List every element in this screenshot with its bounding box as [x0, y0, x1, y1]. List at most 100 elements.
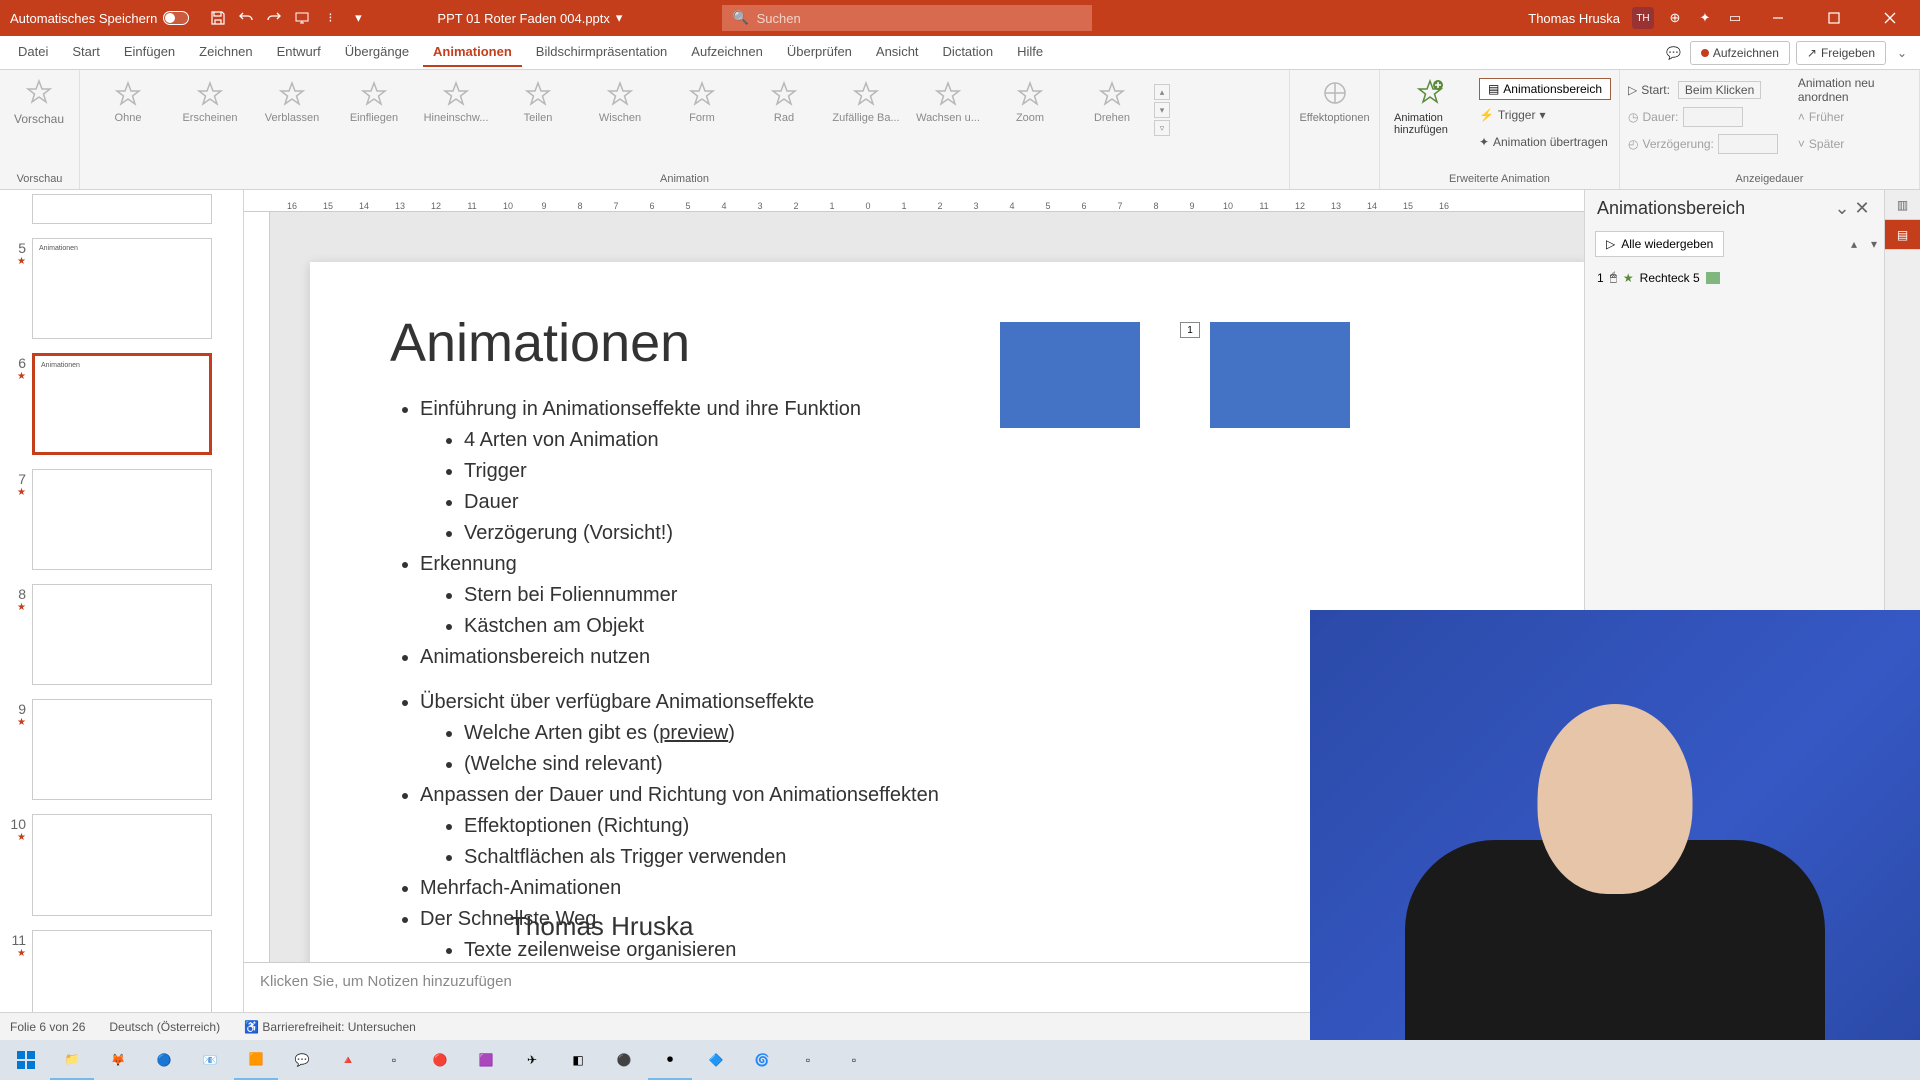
slide-thumbnail[interactable]	[32, 814, 212, 915]
tab-entwurf[interactable]: Entwurf	[267, 38, 331, 67]
close-icon[interactable]: ✕	[1852, 199, 1872, 219]
close-button[interactable]	[1868, 0, 1912, 36]
redo-icon[interactable]	[265, 9, 283, 27]
window-layout-icon[interactable]: ▭	[1726, 9, 1744, 27]
slide-thumbnail[interactable]: Animationen	[32, 353, 212, 454]
gallery-up-icon[interactable]: ▴	[1154, 84, 1170, 100]
save-icon[interactable]	[209, 9, 227, 27]
qat-dropdown-icon[interactable]: ▾	[349, 9, 367, 27]
toggle-switch-icon[interactable]	[163, 11, 189, 25]
slide-counter[interactable]: Folie 6 von 26	[10, 1020, 85, 1034]
add-animation-button[interactable]: Animation hinzufügen	[1388, 74, 1473, 140]
play-all-button[interactable]: ▷Alle wiedergeben	[1595, 231, 1724, 257]
tab-aufzeichnen[interactable]: Aufzeichnen	[681, 38, 773, 67]
touch-mode-icon[interactable]: ⁝	[321, 9, 339, 27]
move-up-icon[interactable]: ▴	[1844, 234, 1864, 254]
tab-einfügen[interactable]: Einfügen	[114, 38, 185, 67]
move-down-icon[interactable]: ▾	[1864, 234, 1884, 254]
edge-icon[interactable]: 🌀	[740, 1040, 784, 1080]
slide-thumbnail[interactable]: Animationen	[32, 238, 212, 339]
maximize-button[interactable]	[1812, 0, 1856, 36]
firefox-icon[interactable]: 🦊	[96, 1040, 140, 1080]
app-icon[interactable]: ▫	[832, 1040, 876, 1080]
side-tab-active[interactable]: ▤	[1885, 220, 1920, 250]
shape-rectangle[interactable]	[1210, 322, 1350, 428]
app-icon[interactable]: ▫	[786, 1040, 830, 1080]
record-button[interactable]: Aufzeichnen	[1690, 41, 1790, 65]
globe-icon[interactable]: ⊕	[1666, 9, 1684, 27]
search-input[interactable]	[757, 11, 1083, 26]
gallery-more-icon[interactable]: ▿	[1154, 120, 1170, 136]
animation-gallery-item[interactable]: Drehen	[1072, 80, 1152, 124]
slide-thumbnail[interactable]	[32, 930, 212, 1013]
animation-gallery-item[interactable]: Form	[662, 80, 742, 124]
animation-gallery-item[interactable]: Hineinschw...	[416, 80, 496, 124]
recorder-icon[interactable]: ⏺	[648, 1040, 692, 1080]
animation-gallery-item[interactable]: Verblassen	[252, 80, 332, 124]
animation-gallery-item[interactable]: Wischen	[580, 80, 660, 124]
gallery-down-icon[interactable]: ▾	[1154, 102, 1170, 118]
tab-ansicht[interactable]: Ansicht	[866, 38, 929, 67]
slide-thumbnails-panel[interactable]: 5★Animationen6★Animationen7★8★9★10★11★	[0, 190, 244, 1012]
tab-start[interactable]: Start	[62, 38, 109, 67]
app-icon[interactable]: 🔴	[418, 1040, 462, 1080]
preview-button[interactable]: Vorschau	[8, 74, 70, 130]
present-icon[interactable]	[293, 9, 311, 27]
chevron-down-icon[interactable]: ⌄	[1832, 199, 1852, 219]
animation-gallery-item[interactable]: Ohne	[88, 80, 168, 124]
chrome-icon[interactable]: 🔵	[142, 1040, 186, 1080]
tab-übergänge[interactable]: Übergänge	[335, 38, 419, 67]
app-icon[interactable]: ▫	[372, 1040, 416, 1080]
tab-datei[interactable]: Datei	[8, 38, 58, 67]
animation-painter-button[interactable]: ✦Animation übertragen	[1479, 130, 1611, 154]
tab-dictation[interactable]: Dictation	[933, 38, 1004, 67]
slide-title[interactable]: Animationen	[310, 262, 1584, 394]
trigger-button[interactable]: ⚡Trigger ▾	[1479, 103, 1611, 127]
animation-list-item[interactable]: 1 🖱 ★ Rechteck 5	[1595, 267, 1874, 288]
animation-gallery-item[interactable]: Zufällige Ba...	[826, 80, 906, 124]
coming-soon-icon[interactable]: ✦	[1696, 9, 1714, 27]
search-box[interactable]: 🔍	[722, 5, 1092, 31]
animation-number-tag[interactable]: 1	[1180, 322, 1200, 338]
onenote-icon[interactable]: 🟪	[464, 1040, 508, 1080]
comments-icon[interactable]: 💬	[1664, 43, 1684, 63]
animation-gallery-item[interactable]: Zoom	[990, 80, 1070, 124]
animation-gallery-item[interactable]: Rad	[744, 80, 824, 124]
slide-author[interactable]: Thomas Hruska	[510, 911, 694, 942]
app-icon[interactable]: 🔷	[694, 1040, 738, 1080]
tab-animationen[interactable]: Animationen	[423, 38, 522, 67]
shape-rectangle[interactable]	[1000, 322, 1140, 428]
powerpoint-icon[interactable]: 🟧	[234, 1040, 278, 1080]
language-indicator[interactable]: Deutsch (Österreich)	[109, 1020, 220, 1034]
animation-gallery-item[interactable]: Einfliegen	[334, 80, 414, 124]
animation-gallery-item[interactable]: Wachsen u...	[908, 80, 988, 124]
side-tab[interactable]: ▥	[1885, 190, 1920, 220]
outlook-icon[interactable]: 📧	[188, 1040, 232, 1080]
tab-hilfe[interactable]: Hilfe	[1007, 38, 1053, 67]
autosave-toggle[interactable]: Automatisches Speichern	[0, 11, 199, 26]
document-title[interactable]: PPT 01 Roter Faden 004.pptx ▾	[437, 10, 622, 26]
animation-gallery-item[interactable]: Teilen	[498, 80, 578, 124]
start-dropdown[interactable]: ▷Start: Beim Klicken	[1628, 78, 1778, 102]
app-icon[interactable]: ◧	[556, 1040, 600, 1080]
file-explorer-icon[interactable]: 📁	[50, 1040, 94, 1080]
minimize-button[interactable]	[1756, 0, 1800, 36]
vlc-icon[interactable]: 🔺	[326, 1040, 370, 1080]
ribbon-chevron-icon[interactable]: ⌄	[1892, 43, 1912, 63]
animation-pane-button[interactable]: ▤Animationsbereich	[1479, 78, 1611, 100]
slide-thumbnail[interactable]	[32, 469, 212, 570]
accessibility-checker[interactable]: ♿ Barrierefreiheit: Untersuchen	[244, 1020, 416, 1034]
user-avatar[interactable]: TH	[1632, 7, 1654, 29]
undo-icon[interactable]	[237, 9, 255, 27]
tab-bildschirmpräsentation[interactable]: Bildschirmpräsentation	[526, 38, 678, 67]
username-label[interactable]: Thomas Hruska	[1528, 11, 1620, 26]
slide-thumbnail[interactable]	[32, 194, 212, 224]
animation-list[interactable]: 1 🖱 ★ Rechteck 5	[1585, 261, 1884, 294]
slide-thumbnail[interactable]	[32, 584, 212, 685]
app-icon[interactable]: 💬	[280, 1040, 324, 1080]
telegram-icon[interactable]: ✈	[510, 1040, 554, 1080]
tab-zeichnen[interactable]: Zeichnen	[189, 38, 262, 67]
animation-gallery-item[interactable]: Erscheinen	[170, 80, 250, 124]
tab-überprüfen[interactable]: Überprüfen	[777, 38, 862, 67]
slide-thumbnail[interactable]	[32, 699, 212, 800]
